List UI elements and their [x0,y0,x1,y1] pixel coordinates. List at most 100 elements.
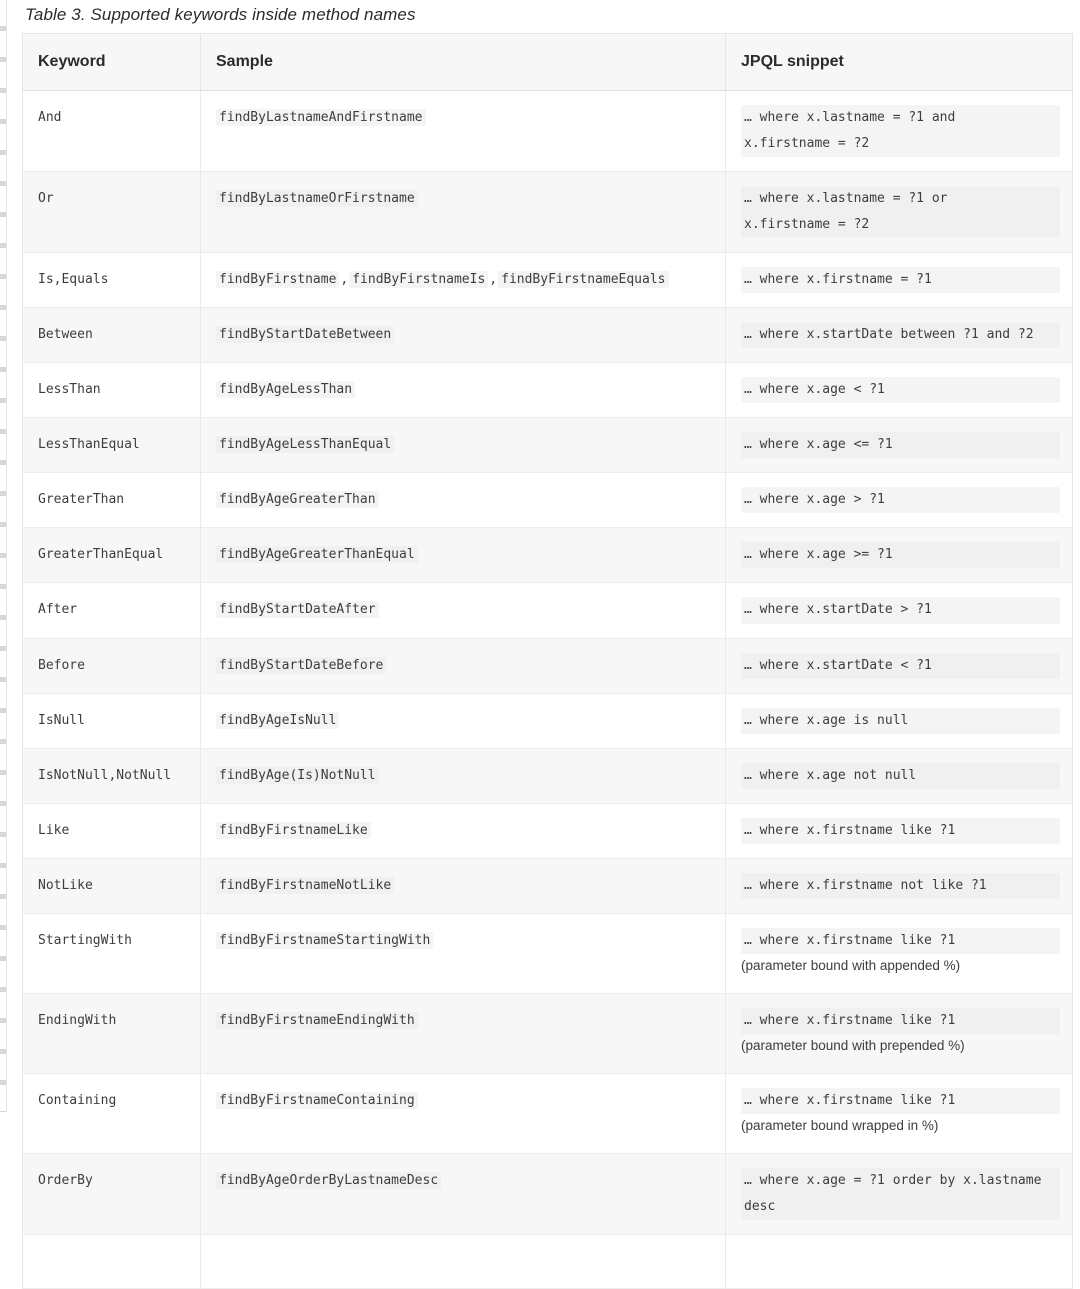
table-header-row: Keyword Sample JPQL snippet [22,33,1073,91]
cell-jpql-snippet: … where x.age >= ?1 [725,527,1073,584]
table-row: After findByStartDateAfter … where x.start… [22,582,1073,639]
cell-keyword: Containing [22,1073,201,1154]
sample-code: findByStartDateAfter [216,601,379,619]
table-caption: Table 3. Supported keywords inside metho… [25,5,416,24]
table-row: NotLike findByFirstnameNotLike … where x.f… [22,858,1073,914]
column-header-sample: Sample [200,33,726,91]
keyword-text: Is,Equals [38,272,109,288]
keywords-table-container: Keyword Sample JPQL snippet And findByLas… [22,33,1073,1289]
table-row: GreaterThanEqual findByAgeGreaterThanEqua… [22,527,1073,584]
cell-jpql-snippet: … where x.age = ?1 order by x.lastname de… [725,1153,1073,1235]
sample-code: findByFirstnameEquals [498,271,669,289]
jpql-snippet-note: (parameter bound with prepended %) [741,1037,965,1053]
cell-keyword: Between [22,307,201,364]
jpql-snippet-note: (parameter bound wrapped in %) [741,1117,939,1133]
sample-code: findByFirstnameStartingWith [216,931,434,949]
cell-keyword: IsNull [22,693,201,749]
sample-separator: , [340,272,349,288]
keyword-text: IsNull [38,712,85,728]
cell-keyword: GreaterThanEqual [22,527,201,584]
cell-sample: findByFirstnameLike [200,803,726,859]
cell-jpql-snippet: … where x.age < ?1 [725,362,1073,419]
jpql-snippet-note: (parameter bound with appended %) [741,957,961,973]
cell-jpql-snippet: … where x.age not null [725,748,1073,804]
cell-sample: findByAgeGreaterThanEqual [200,527,726,584]
jpql-snippet-line: … where x.firstname = ?1 [741,267,1060,294]
sample-code: findByFirstnameLike [216,821,371,839]
table-row: Containing findByFirstnameContaining … whe… [22,1073,1073,1154]
cell-sample: findByLastnameAndFirstname [200,90,726,173]
sample-code: findByAgeLessThanEqual [216,436,395,454]
table-row: IsNull findByAgeIsNull … where x.age is nu… [22,693,1073,749]
jpql-snippet-line: … where x.age is null [741,707,1060,734]
table-row: OrderBy findByAgeOrderByLastnameDesc … whe… [22,1153,1073,1235]
table-row: And findByLastnameAndFirstname … where x.l… [22,90,1073,173]
jpql-snippet-line: … where x.age > ?1 [741,487,1060,514]
sample-code: findByAgeLessThan [216,381,356,399]
cell-sample: findByAgeGreaterThan [200,472,726,529]
cell-sample: findByAge(Is)NotNull [200,748,726,804]
cell-jpql-snippet: … where x.firstname like ?1 [725,803,1073,859]
cell-jpql-snippet: … where x.firstname like ?1 (parameter bo… [725,1073,1073,1154]
cell-keyword: LessThan [22,362,201,419]
column-header-jpql: JPQL snippet [725,33,1073,91]
cell-jpql-snippet: … where x.age is null [725,693,1073,749]
jpql-snippet-line: … where x.firstname not like ?1 [741,872,1060,899]
keyword-text: IsNotNull,NotNull [38,767,172,783]
cell-jpql-snippet: … where x.lastname = ?1 or x.firstname = … [725,171,1073,254]
jpql-snippet-line: … where x.firstname like ?1 [741,1087,1060,1114]
table-row: StartingWith findByFirstnameStartingWith …… [22,913,1073,994]
sample-code: findByFirstnameContaining [216,1091,418,1109]
table-row: LessThanEqual findByAgeLessThanEqual … whe… [22,417,1073,474]
jpql-snippet-line: … where x.lastname = ?1 and [741,105,1060,132]
keyword-text: StartingWith [38,932,132,948]
keyword-text: Or [38,191,54,207]
table-row: EndingWith findByFirstnameEndingWith … whe… [22,993,1073,1074]
column-header-keyword: Keyword [22,33,201,91]
keyword-text: After [38,602,78,618]
table-row: Before findByStartDateBefore … where x.sta… [22,638,1073,694]
table-row: LessThan findByAgeLessThan … where x.age <… [22,362,1073,419]
jpql-snippet-line: x.firstname = ?2 [741,131,1060,158]
sample-code: findByStartDateBetween [216,326,395,344]
jpql-snippet-line: … where x.lastname = ?1 or [741,186,1060,213]
keyword-text: And [38,110,62,125]
cell-sample: findByLastnameOrFirstname [200,171,726,254]
cell-keyword: Before [22,638,201,694]
table-row: Or findByLastnameOrFirstname … where x.las… [22,171,1073,254]
jpql-snippet-line: x.firstname = ?2 [741,212,1060,239]
jpql-snippet-line: … where x.age <= ?1 [741,432,1060,459]
cell-jpql-snippet: … where x.startDate > ?1 [725,582,1073,639]
jpql-snippet-line: … where x.age >= ?1 [741,542,1060,569]
cell-sample: findByAgeOrderByLastnameDesc [200,1153,726,1235]
cell-jpql-snippet: … where x.firstname = ?1 [725,252,1073,309]
jpql-snippet-line: … where x.startDate < ?1 [741,652,1060,679]
cell-keyword: NotLike [22,858,201,914]
cell-sample: findByFirstname, findByFirstnameIs, findBy… [200,252,726,309]
table-body: And findByLastnameAndFirstname … where x.l… [22,90,1073,1289]
table-row: Is,Equals findByFirstname, findByFirstname… [22,252,1073,309]
sample-code: findByAgeOrderByLastnameDesc [216,1171,442,1189]
cell-keyword: And [22,90,201,173]
cell-sample: findByStartDateAfter [200,582,726,639]
sample-code: findByLastnameOrFirstname [216,190,418,208]
cell-keyword: GreaterThan [22,472,201,529]
sample-code: findByAgeIsNull [216,711,340,729]
cell-jpql-snippet: … where x.startDate < ?1 [725,638,1073,694]
keyword-text: LessThanEqual [38,437,140,453]
jpql-snippet-line: desc [741,1193,1060,1220]
keyword-text: EndingWith [38,1012,117,1028]
cell-keyword: EndingWith [22,993,201,1074]
keyword-text: Like [38,822,70,838]
jpql-snippet-line: … where x.age not null [741,762,1060,789]
supported-keywords-table: Keyword Sample JPQL snippet And findByLas… [22,33,1073,1289]
cell-clipped [200,1234,726,1289]
cell-sample: findByAgeIsNull [200,693,726,749]
cell-jpql-snippet: … where x.lastname = ?1 and x.firstname =… [725,90,1073,173]
cell-jpql-snippet: … where x.firstname not like ?1 [725,858,1073,914]
cell-clipped [725,1234,1073,1289]
cell-keyword: LessThanEqual [22,417,201,474]
cell-keyword: IsNotNull,NotNull [22,748,201,804]
cell-sample: findByAgeLessThanEqual [200,417,726,474]
cell-keyword: Or [22,171,201,254]
